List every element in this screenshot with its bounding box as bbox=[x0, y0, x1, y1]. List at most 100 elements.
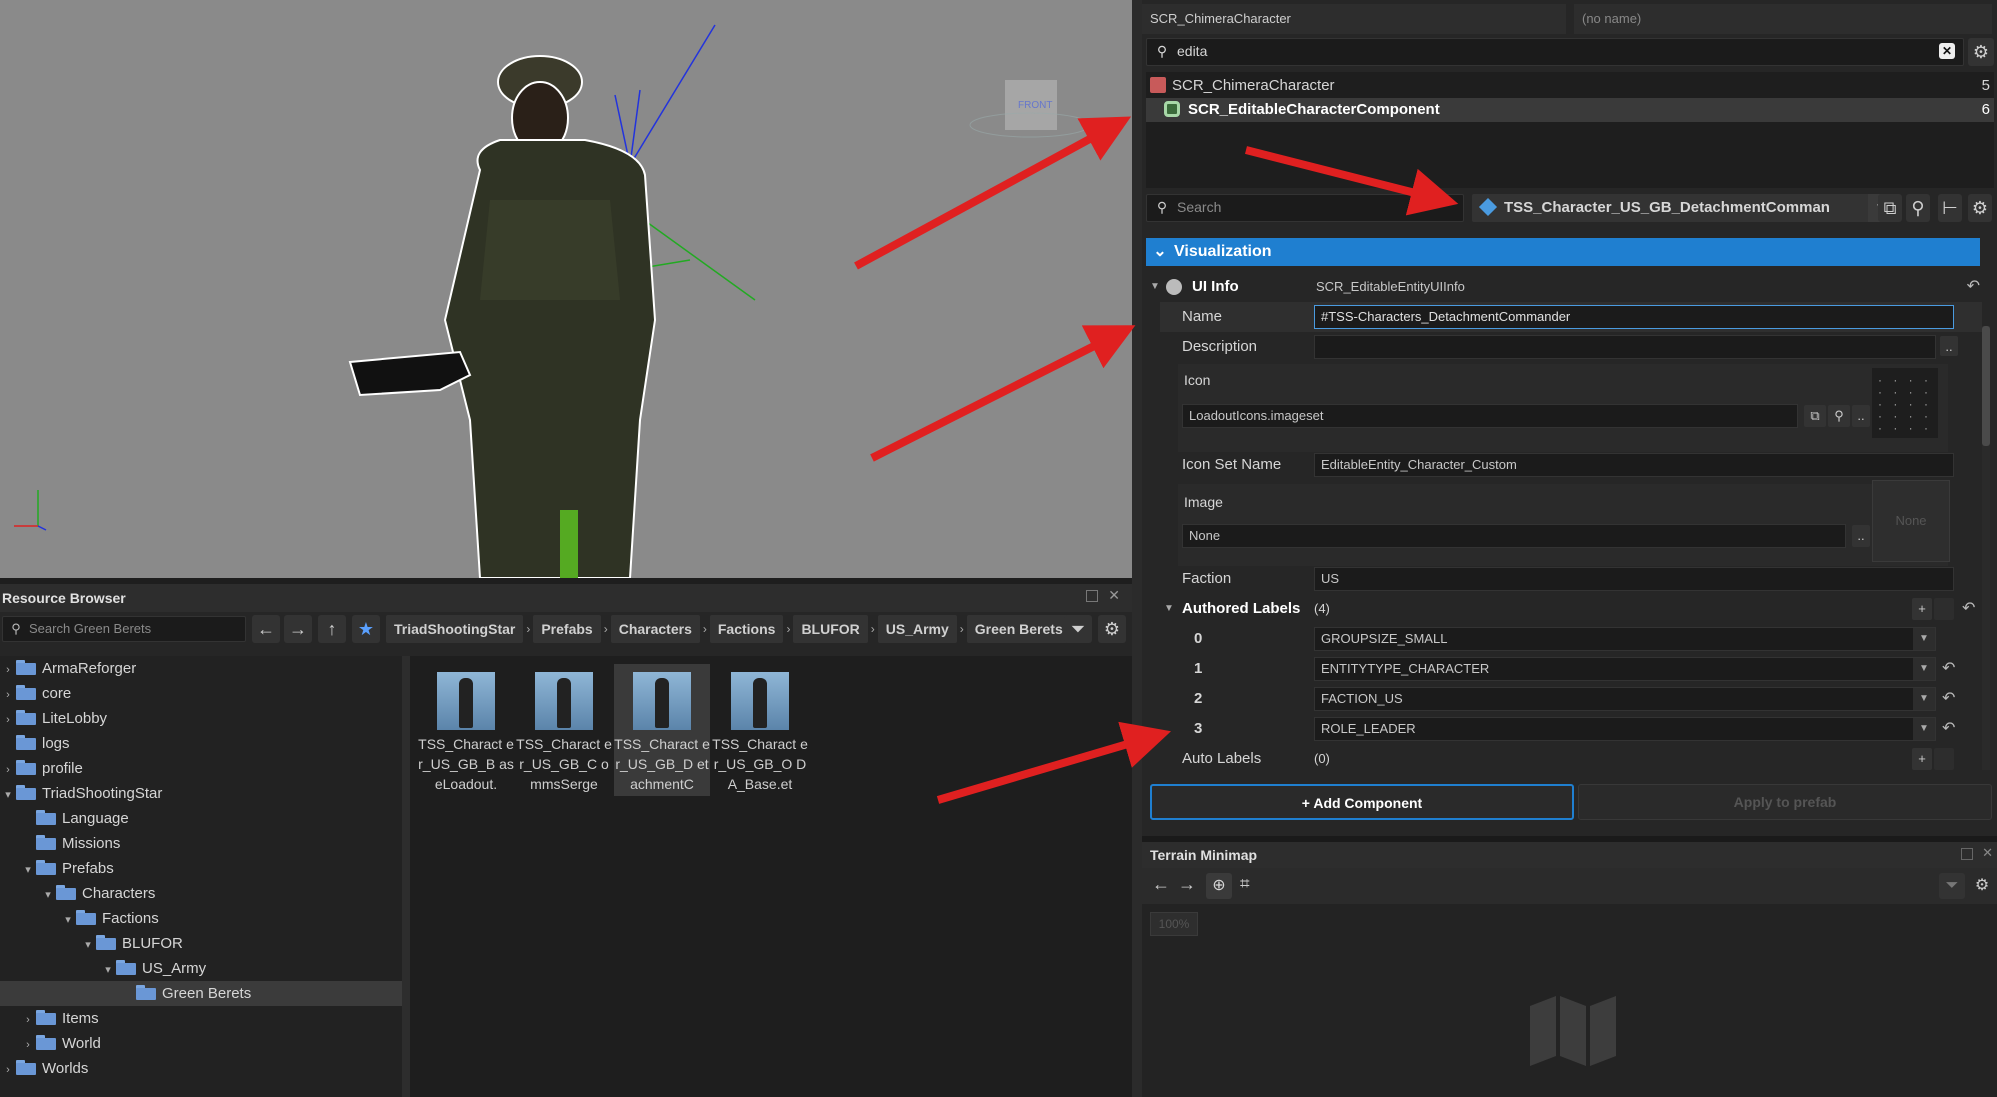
icon-input[interactable]: LoadoutIcons.imageset bbox=[1182, 404, 1798, 428]
component-row-character[interactable]: SCR_ChimeraCharacter 5 bbox=[1146, 74, 1994, 98]
forward-icon[interactable]: → bbox=[1178, 874, 1196, 895]
expand-arrow-icon[interactable]: › bbox=[0, 658, 16, 683]
expand-arrow-icon[interactable]: ▾ bbox=[100, 958, 116, 983]
forward-button[interactable]: → bbox=[284, 615, 312, 643]
reset-icon[interactable]: ↶ bbox=[1962, 594, 1975, 624]
more-button[interactable]: .. bbox=[1852, 405, 1870, 427]
reset-icon[interactable]: ↶ bbox=[1967, 272, 1980, 302]
back-button[interactable]: ← bbox=[252, 615, 280, 643]
tree-item[interactable]: Missions bbox=[0, 831, 402, 856]
tree-item[interactable]: › LiteLobby bbox=[0, 706, 402, 731]
back-icon[interactable]: ← bbox=[1152, 874, 1170, 895]
file-tile[interactable]: TSS_Charact er_US_GB_D etachmentC bbox=[614, 664, 710, 796]
remove-item-button[interactable] bbox=[1934, 598, 1954, 620]
reset-icon[interactable]: ↶ bbox=[1942, 714, 1955, 744]
expand-arrow-icon[interactable]: › bbox=[0, 708, 16, 733]
breadcrumb-item[interactable]: Green Berets bbox=[966, 615, 1071, 643]
browse-search-icon[interactable]: ⚲ bbox=[1828, 405, 1850, 427]
breadcrumb-item[interactable]: Factions bbox=[709, 615, 784, 643]
breadcrumb-item[interactable]: BLUFOR bbox=[793, 615, 868, 643]
scrollbar[interactable] bbox=[1982, 326, 1990, 770]
hierarchy-icon[interactable]: ⊢ bbox=[1938, 194, 1962, 222]
description-input[interactable] bbox=[1314, 335, 1936, 359]
prop-authored-labels[interactable]: ▼ Authored Labels (4) + ↶ bbox=[1160, 594, 1982, 624]
file-tile[interactable]: TSS_Charact er_US_GB_O DA_Base.et bbox=[712, 664, 808, 796]
tree-splitter[interactable] bbox=[402, 656, 410, 1097]
settings-gear-icon[interactable]: ⚙ bbox=[1968, 38, 1994, 66]
tree-item[interactable]: › core bbox=[0, 681, 402, 706]
add-item-button[interactable]: + bbox=[1912, 598, 1932, 620]
faction-input[interactable]: US bbox=[1314, 567, 1954, 591]
prefab-selector[interactable]: TSS_Character_US_GB_DetachmentComman ▼ bbox=[1472, 194, 1892, 222]
browse-search-icon[interactable]: ⚲ bbox=[1906, 194, 1930, 222]
expand-arrow-icon[interactable]: › bbox=[20, 1008, 36, 1033]
open-external-icon[interactable]: ⧉ bbox=[1878, 194, 1902, 222]
expand-arrow-icon[interactable]: ▾ bbox=[20, 858, 36, 883]
favorite-star-icon[interactable]: ★ bbox=[352, 615, 380, 643]
tree-item[interactable]: Green Berets bbox=[0, 981, 402, 1006]
tree-item[interactable]: › ArmaReforger bbox=[0, 656, 402, 681]
image-input[interactable]: None bbox=[1182, 524, 1846, 548]
crop-icon[interactable]: ⌗ bbox=[1240, 874, 1250, 894]
panel-splitter[interactable] bbox=[1132, 0, 1142, 1097]
add-component-button[interactable]: + Add Component bbox=[1150, 784, 1574, 820]
apply-to-prefab-button[interactable]: Apply to prefab bbox=[1578, 784, 1992, 820]
file-tile[interactable]: TSS_Charact er_US_GB_C ommsSerge bbox=[516, 664, 612, 796]
label-select[interactable]: FACTION_US ▼ bbox=[1314, 687, 1936, 711]
icon-set-name-input[interactable]: EditableEntity_Character_Custom bbox=[1314, 453, 1954, 477]
tree-item[interactable]: ▾ US_Army bbox=[0, 956, 402, 981]
open-external-icon[interactable]: ⧉ bbox=[1804, 405, 1826, 427]
remove-item-button[interactable] bbox=[1934, 748, 1954, 770]
breadcrumb-item[interactable]: Prefabs bbox=[533, 615, 601, 643]
crosshair-icon[interactable]: ⊕ bbox=[1206, 873, 1232, 899]
clear-icon[interactable]: ✕ bbox=[1939, 43, 1955, 59]
expand-arrow-icon[interactable]: › bbox=[0, 683, 16, 708]
tree-item[interactable]: › Items bbox=[0, 1006, 402, 1031]
settings-gear-icon[interactable]: ⚙ bbox=[1098, 615, 1126, 643]
expand-arrow-icon[interactable]: › bbox=[0, 758, 16, 783]
file-tile[interactable]: TSS_Charact er_US_GB_B aseLoadout. bbox=[418, 664, 514, 796]
expand-arrow-icon[interactable]: ▾ bbox=[60, 908, 76, 933]
tree-item[interactable]: ▾ TriadShootingStar bbox=[0, 781, 402, 806]
expand-arrow-icon[interactable]: ▾ bbox=[0, 783, 16, 808]
scene-viewport[interactable]: FRONT bbox=[0, 0, 1132, 578]
tree-item[interactable]: › World bbox=[0, 1031, 402, 1056]
prop-ui-info[interactable]: ▼ UI Info SCR_EditableEntityUIInfo ↶ bbox=[1142, 272, 1982, 302]
component-filter-input[interactable]: ⚲ edita ✕ bbox=[1146, 38, 1964, 66]
expand-arrow-icon[interactable]: › bbox=[0, 1058, 16, 1083]
undock-icon[interactable] bbox=[1086, 590, 1098, 602]
name-input[interactable]: #TSS-Characters_DetachmentCommander bbox=[1314, 305, 1954, 329]
settings-gear-icon[interactable]: ⚙ bbox=[1969, 873, 1995, 899]
filter-icon[interactable]: ⏷ bbox=[1064, 615, 1092, 643]
label-select[interactable]: ROLE_LEADER ▼ bbox=[1314, 717, 1936, 741]
label-select[interactable]: GROUPSIZE_SMALL ▼ bbox=[1314, 627, 1936, 651]
filter-icon[interactable]: ⏷ bbox=[1939, 873, 1965, 899]
undock-icon[interactable] bbox=[1961, 848, 1973, 860]
close-icon[interactable]: ✕ bbox=[1982, 845, 1993, 861]
property-search-input[interactable]: ⚲ Search bbox=[1146, 194, 1464, 222]
breadcrumb-item[interactable]: TriadShootingStar bbox=[386, 615, 524, 643]
tree-item[interactable]: Language bbox=[0, 806, 402, 831]
breadcrumb-item[interactable]: Characters bbox=[610, 615, 700, 643]
tree-item[interactable]: ▾ BLUFOR bbox=[0, 931, 402, 956]
breadcrumb-item[interactable]: US_Army bbox=[877, 615, 957, 643]
tree-item[interactable]: ▾ Factions bbox=[0, 906, 402, 931]
tree-item[interactable]: logs bbox=[0, 731, 402, 756]
component-row-editable[interactable]: SCR_EditableCharacterComponent 6 bbox=[1146, 98, 1994, 122]
label-select[interactable]: ENTITYTYPE_CHARACTER ▼ bbox=[1314, 657, 1936, 681]
tree-item[interactable]: › Worlds bbox=[0, 1056, 402, 1081]
reset-icon[interactable]: ↶ bbox=[1942, 654, 1955, 684]
section-visualization[interactable]: ⌄ Visualization bbox=[1146, 238, 1980, 266]
add-item-button[interactable]: + bbox=[1912, 748, 1932, 770]
resource-search-input[interactable]: ⚲ Search Green Berets bbox=[2, 616, 246, 642]
close-icon[interactable]: ✕ bbox=[1108, 587, 1120, 604]
more-button[interactable]: .. bbox=[1940, 336, 1958, 356]
reset-icon[interactable]: ↶ bbox=[1942, 684, 1955, 714]
expand-arrow-icon[interactable]: ▾ bbox=[40, 883, 56, 908]
tree-item[interactable]: ▾ Prefabs bbox=[0, 856, 402, 881]
more-button[interactable]: .. bbox=[1852, 525, 1870, 547]
up-button[interactable]: ↑ bbox=[318, 615, 346, 643]
entity-name-input[interactable]: (no name) bbox=[1574, 4, 1992, 34]
expand-arrow-icon[interactable]: › bbox=[20, 1033, 36, 1058]
tree-item[interactable]: ▾ Characters bbox=[0, 881, 402, 906]
